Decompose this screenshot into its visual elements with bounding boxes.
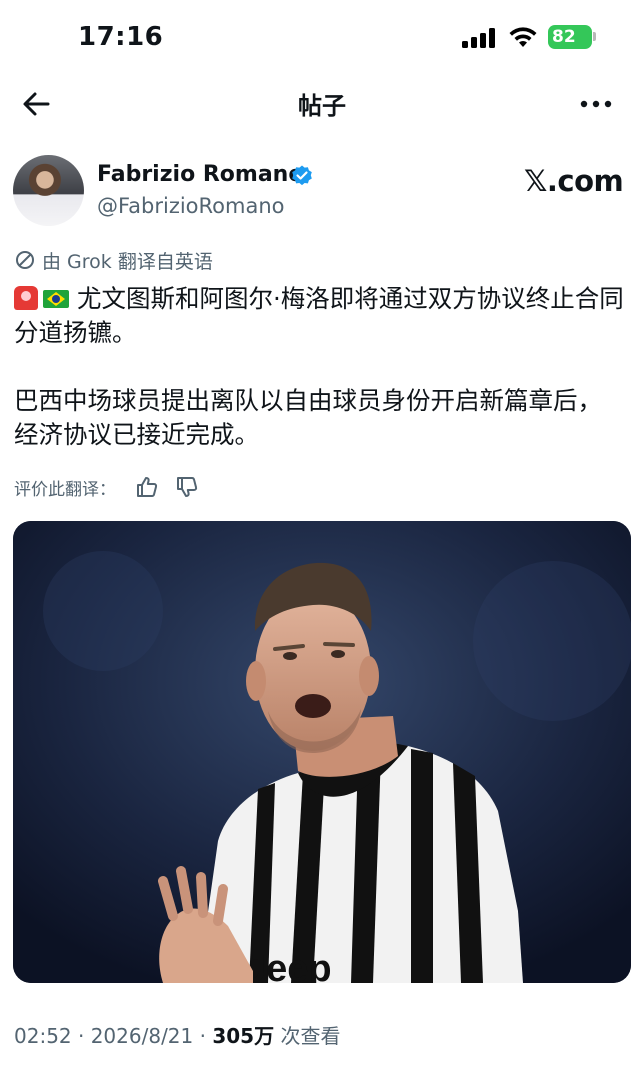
translated-label: 由 Grok 翻译自英语 <box>42 250 213 273</box>
views-count: 305万 <box>212 1024 275 1048</box>
tweet-text-2: 巴西中场球员提出离队以自由球员身份开启新篇章后，经济协议已接近完成。 <box>14 386 602 449</box>
battery-indicator: 82 <box>548 25 592 49</box>
post-page: 17:16 82 帖子 Fabrizio Romano @FabrizioRom… <box>0 0 644 1080</box>
thumbs-down-icon[interactable] <box>174 474 200 500</box>
translate-icon <box>16 251 34 269</box>
author-name[interactable]: Fabrizio Romano <box>97 162 303 187</box>
author-avatar[interactable] <box>13 155 84 226</box>
translation-note: 由 Grok 翻译自英语 <box>14 246 213 274</box>
rate-translation: 评价此翻译： <box>14 472 200 502</box>
status-bar: 17:16 82 <box>0 0 644 76</box>
tweet-body: 尤文图斯和阿图尔·梅洛即将通过双方协议终止合同分道扬镳。 巴西中场球员提出离队以… <box>14 282 624 452</box>
status-time: 17:16 <box>78 22 164 52</box>
tweet-paragraph-1: 尤文图斯和阿图尔·梅洛即将通过双方协议终止合同分道扬镳。 <box>14 282 624 350</box>
wifi-icon <box>509 27 537 47</box>
tweet-timestamp: 02:52 · 2026/8/21 · <box>14 1024 213 1048</box>
more-options-icon[interactable] <box>576 88 616 120</box>
tweet-meta: 02:52 · 2026/8/21 · 305万 次查看 <box>14 1020 340 1049</box>
signal-icon <box>462 28 496 48</box>
thumbs-up-icon[interactable] <box>134 474 160 500</box>
rate-label: 评价此翻译： <box>14 479 116 500</box>
svg-text:Jeep: Jeep <box>245 948 332 983</box>
verified-badge-icon <box>292 165 312 186</box>
views-label: 次查看 <box>274 1024 341 1048</box>
battery-tip <box>593 32 596 41</box>
tweet-text-1: 尤文图斯和阿图尔·梅洛即将通过双方协议终止合同分道扬镳。 <box>14 284 624 347</box>
siren-emoji-icon <box>14 286 38 310</box>
author-handle[interactable]: @FabrizioRomano <box>97 194 285 218</box>
tweet-paragraph-2: 巴西中场球员提出离队以自由球员身份开启新篇章后，经济协议已接近完成。 <box>14 384 624 452</box>
player-illustration: Jeep <box>13 521 631 983</box>
tweet-photo[interactable]: Jeep <box>13 521 631 983</box>
page-title: 帖子 <box>298 92 346 120</box>
brazil-flag-icon <box>43 290 69 308</box>
nav-bar: 帖子 <box>0 76 644 132</box>
source-label: 𝕏.com <box>524 164 624 198</box>
